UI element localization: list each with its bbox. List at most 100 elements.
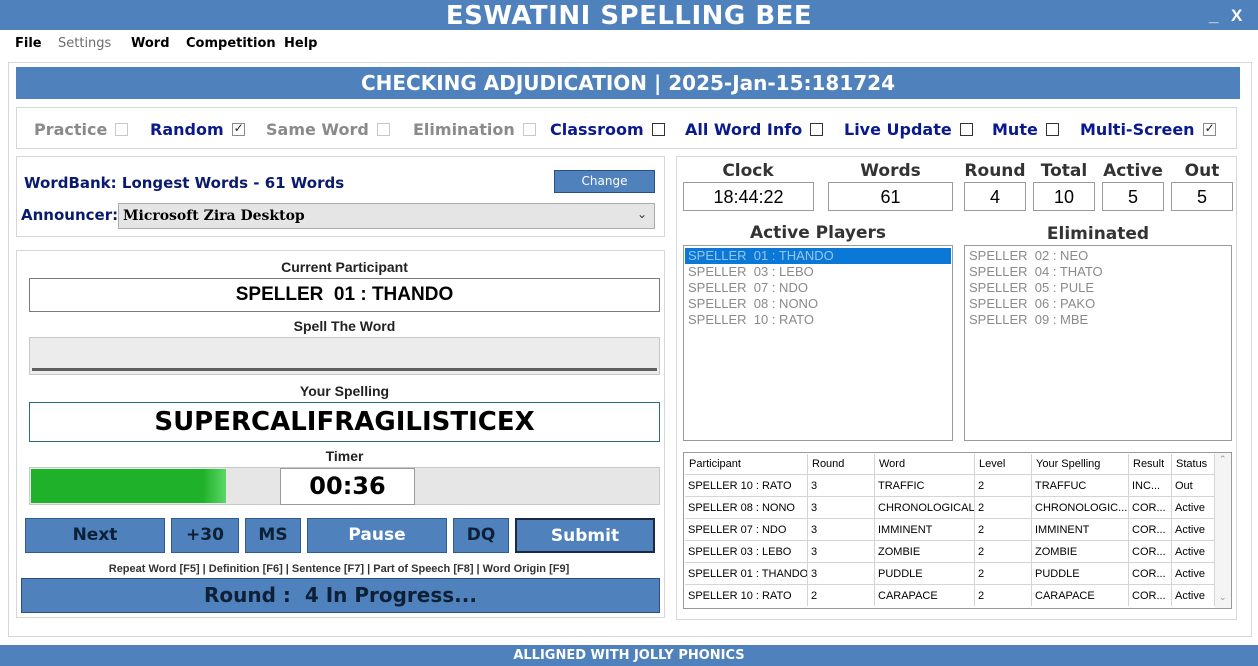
scroll-down-icon[interactable]: ⌄ xyxy=(1219,592,1227,603)
check-mark-icon: ✓ xyxy=(233,121,244,135)
your-spelling-input[interactable]: SUPERCALIFRAGILISTICEX xyxy=(29,402,660,442)
menu-settings[interactable]: Settings xyxy=(58,36,111,51)
table-row[interactable]: SPELLER 10 : RATO 3 TRAFFIC 2 TRAFFUC INC... O… xyxy=(685,474,1215,496)
table-cell: ZOMBIE xyxy=(1032,540,1129,562)
list-item[interactable]: SPELLER 05 : PULE xyxy=(966,280,1230,296)
table-cell: PUDDLE xyxy=(1032,562,1129,584)
list-item[interactable]: SPELLER 10 : RATO xyxy=(685,312,951,328)
checkbox[interactable] xyxy=(959,123,973,136)
list-item[interactable]: SPELLER 02 : NEO xyxy=(966,248,1230,264)
table-cell: 3 xyxy=(808,474,875,496)
list-item[interactable]: SPELLER 07 : NDO xyxy=(685,280,951,296)
pause-button[interactable]: Pause xyxy=(307,518,447,553)
list-item[interactable]: SPELLER 08 : NONO xyxy=(685,296,951,312)
active-players-label: Active Players xyxy=(749,223,887,243)
table-cell: IMMINENT xyxy=(1032,518,1129,540)
table-row[interactable]: SPELLER 10 : RATO 2 CARAPACE 2 CARAPACE COR..… xyxy=(685,584,1215,606)
table-cell: Active xyxy=(1172,518,1215,540)
wordbank-panel: WordBank: Longest Words - 61 Words Chang… xyxy=(16,156,665,237)
option-all-word-info[interactable]: All Word Info xyxy=(685,120,824,139)
active-players-list[interactable]: SPELLER 01 : THANDO SPELLER 03 : LEBO SPEL… xyxy=(683,245,953,441)
menu-file[interactable]: File xyxy=(15,36,42,51)
announcer-select[interactable]: Microsoft Zira Desktop ⌄ xyxy=(118,203,655,229)
table-row[interactable]: SPELLER 08 : NONO 3 CHRONOLOGICAL 2 CHRONOLO… xyxy=(685,496,1215,518)
close-button[interactable]: X xyxy=(1231,6,1242,26)
option-same-word[interactable]: Same Word xyxy=(266,120,390,139)
table-row[interactable]: SPELLER 03 : LEBO 3 ZOMBIE 2 ZOMBIE COR... Act… xyxy=(685,540,1215,562)
checkbox[interactable] xyxy=(115,123,129,136)
option-label: Elimination xyxy=(413,120,515,139)
list-item[interactable]: SPELLER 04 : THATO xyxy=(966,264,1230,280)
change-button[interactable]: Change xyxy=(554,170,655,193)
table-cell: Out xyxy=(1172,474,1215,496)
checkbox[interactable] xyxy=(810,123,824,136)
dq-button[interactable]: DQ xyxy=(453,518,509,553)
table-cell: SPELLER 08 : NONO xyxy=(685,496,808,518)
eliminated-list[interactable]: SPELLER 02 : NEO SPELLER 04 : THATO SPELLE… xyxy=(964,245,1232,441)
option-practice[interactable]: Practice xyxy=(34,120,129,139)
table-row[interactable]: SPELLER 01 : THANDO 3 PUDDLE 2 PUDDLE COR... A… xyxy=(685,562,1215,584)
table-cell: SPELLER 01 : THANDO xyxy=(685,562,808,584)
vertical-scrollbar[interactable]: ⌃ ⌄ xyxy=(1215,453,1231,608)
menu-competition[interactable]: Competition xyxy=(186,36,276,51)
column-header[interactable]: Your Spelling xyxy=(1032,454,1129,474)
eliminated-label: Eliminated xyxy=(1046,224,1150,244)
plus30-button[interactable]: +30 xyxy=(171,518,239,553)
option-multi-screen[interactable]: Multi-Screen ✓ xyxy=(1080,120,1216,139)
option-live-update[interactable]: Live Update xyxy=(844,120,973,139)
table-row[interactable]: SPELLER 07 : NDO 3 IMMINENT 2 IMMINENT COR...… xyxy=(685,518,1215,540)
table-cell: 3 xyxy=(808,540,875,562)
table-cell: COR... xyxy=(1129,540,1172,562)
ms-button[interactable]: MS xyxy=(245,518,301,553)
list-item[interactable]: SPELLER 06 : PAKO xyxy=(966,296,1230,312)
list-item[interactable]: SPELLER 03 : LEBO xyxy=(685,264,951,280)
table-cell: Active xyxy=(1172,540,1215,562)
active-label: Active xyxy=(1103,161,1163,181)
table-cell: COR... xyxy=(1129,562,1172,584)
menu-word[interactable]: Word xyxy=(131,36,170,51)
table-cell: 2 xyxy=(975,540,1032,562)
results-grid[interactable]: Participant Round Word Level Your Spelling Re… xyxy=(683,452,1232,609)
table-cell: 3 xyxy=(808,496,875,518)
column-header[interactable]: Participant xyxy=(685,454,808,474)
option-classroom[interactable]: Classroom xyxy=(550,120,665,139)
column-header[interactable]: Round xyxy=(808,454,875,474)
checkbox[interactable]: ✓ xyxy=(231,121,245,136)
spell-the-word-display xyxy=(29,337,660,375)
option-random[interactable]: Random ✓ xyxy=(150,120,245,139)
checkbox[interactable] xyxy=(376,123,390,136)
column-header[interactable]: Result xyxy=(1129,454,1172,474)
table-cell: 2 xyxy=(975,496,1032,518)
option-label: Random xyxy=(150,120,224,139)
scroll-up-icon[interactable]: ⌃ xyxy=(1219,454,1227,465)
next-button[interactable]: Next xyxy=(25,518,165,553)
submit-button[interactable]: Submit xyxy=(515,518,655,553)
table-cell: 3 xyxy=(808,518,875,540)
column-header[interactable]: Word xyxy=(875,454,975,474)
list-item[interactable]: SPELLER 01 : THANDO xyxy=(685,248,951,264)
page-title: CHECKING ADJUDICATION | 2025-Jan-15:1817… xyxy=(16,67,1240,99)
column-header[interactable]: Status xyxy=(1172,454,1215,474)
option-elimination[interactable]: Elimination xyxy=(413,120,536,139)
minimize-button[interactable]: _ xyxy=(1209,6,1218,26)
current-participant-value: SPELLER 01 : THANDO xyxy=(29,278,660,312)
table-cell: 2 xyxy=(975,474,1032,496)
words-label: Words xyxy=(860,161,921,181)
option-label: Classroom xyxy=(550,120,644,139)
table-cell: COR... xyxy=(1129,496,1172,518)
checkbox[interactable] xyxy=(522,123,536,136)
table-cell: 2 xyxy=(975,518,1032,540)
table-cell: INC... xyxy=(1129,474,1172,496)
option-mute[interactable]: Mute xyxy=(992,120,1059,139)
column-header[interactable]: Level xyxy=(975,454,1032,474)
option-label: Live Update xyxy=(844,120,952,139)
table-cell: Active xyxy=(1172,584,1215,606)
list-item[interactable]: SPELLER 09 : MBE xyxy=(966,312,1230,328)
checkbox[interactable]: ✓ xyxy=(1202,121,1216,136)
checkbox[interactable] xyxy=(1045,123,1059,136)
checkbox[interactable] xyxy=(651,123,665,136)
menu-help[interactable]: Help xyxy=(284,36,317,51)
window-title: ESWATINI SPELLING BEE xyxy=(445,1,813,31)
clock-value: 18:44:22 xyxy=(683,182,814,211)
table-cell: ZOMBIE xyxy=(875,540,975,562)
